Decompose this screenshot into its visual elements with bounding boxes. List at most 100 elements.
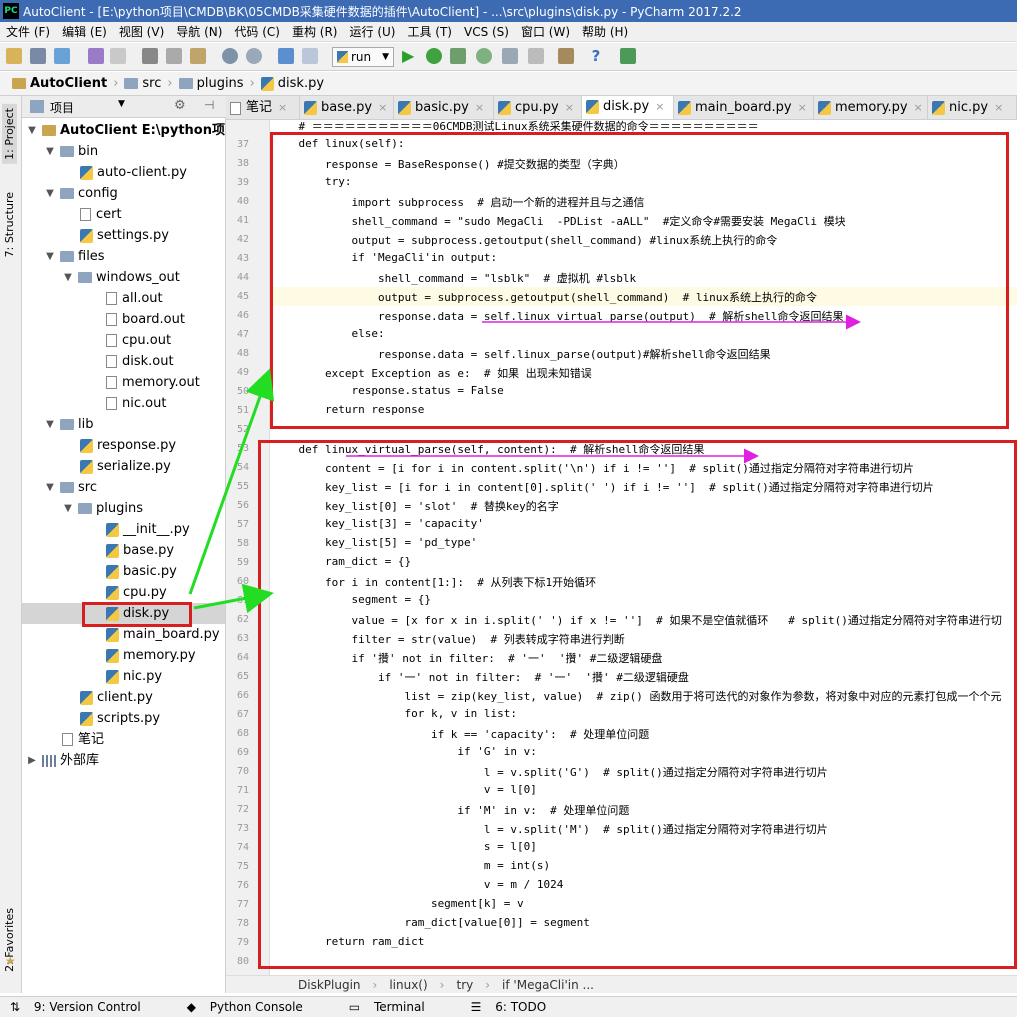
run-config-select[interactable]: run ▼ (332, 47, 394, 67)
tree-item-cpu-py[interactable]: cpu.py (106, 582, 167, 603)
code-crumb-if[interactable]: if 'MegaCli'in ... (502, 978, 594, 992)
tree-item-response-py[interactable]: response.py (80, 435, 176, 456)
tree-item-autoclient[interactable]: ▼ AutoClient E:\python项目\C (26, 120, 225, 141)
breadcrumb-disk-py[interactable]: disk.py (257, 76, 328, 91)
code-editor[interactable]: # ＝＝＝＝＝＝＝＝＝＝＝06CMDB测试Linux系统采集硬件数据的命令＝＝＝… (270, 120, 1017, 975)
back-icon[interactable] (278, 48, 294, 64)
project-view-label[interactable]: 项目 (50, 99, 74, 116)
tree-item-config[interactable]: ▼ config (44, 183, 118, 204)
tree-item-basic-py[interactable]: basic.py (106, 561, 177, 582)
profile-icon[interactable] (476, 48, 492, 64)
tree-item-src[interactable]: ▼ src (44, 477, 97, 498)
replace-icon[interactable] (246, 48, 262, 64)
breadcrumb-src[interactable]: src (120, 76, 165, 91)
tab-disk-py[interactable]: disk.py × (582, 96, 674, 119)
sync-icon[interactable] (54, 48, 70, 64)
status-version-control[interactable]: ⇅ 9: Version Control (10, 1000, 159, 1014)
close-icon[interactable]: × (565, 96, 574, 119)
close-icon[interactable]: × (914, 96, 923, 119)
tab-project[interactable]: 1: Project (2, 104, 17, 164)
save-icon[interactable] (30, 48, 46, 64)
status-terminal[interactable]: ▭ Terminal (349, 1000, 443, 1014)
tree-item-notes[interactable]: 笔记 (62, 729, 104, 750)
tree-item-cert[interactable]: cert (80, 204, 122, 225)
tab-structure[interactable]: 7: Structure (2, 188, 17, 261)
debug-icon[interactable] (426, 48, 442, 64)
find-icon[interactable] (222, 48, 238, 64)
tree-item-memory-out[interactable]: memory.out (106, 372, 200, 393)
close-icon[interactable]: × (798, 96, 807, 119)
collapse-icon[interactable]: ⊣ (204, 98, 214, 112)
tree-item-board-out[interactable]: board.out (106, 309, 185, 330)
settings-icon[interactable] (558, 48, 574, 64)
close-icon[interactable]: × (278, 96, 287, 119)
undo-icon[interactable] (88, 48, 104, 64)
redo-icon[interactable] (110, 48, 126, 64)
menu-vcs[interactable]: VCS (S) (464, 25, 509, 39)
tree-item-settings-py[interactable]: settings.py (80, 225, 169, 246)
status-todo[interactable]: ☰ 6: TODO (471, 1000, 565, 1014)
tree-item-scripts-py[interactable]: scripts.py (80, 708, 160, 729)
tab-cpu-py[interactable]: cpu.py × (494, 96, 582, 119)
cut-icon[interactable] (142, 48, 158, 64)
tab-basic-py[interactable]: basic.py × (394, 96, 494, 119)
tree-item-nic-out[interactable]: nic.out (106, 393, 166, 414)
tree-item-disk-out[interactable]: disk.out (106, 351, 174, 372)
menu-tools[interactable]: 工具 (T) (407, 23, 452, 40)
close-icon[interactable]: × (994, 96, 1003, 119)
menu-refactor[interactable]: 重构 (R) (292, 23, 338, 40)
menu-code[interactable]: 代码 (C) (234, 23, 280, 40)
menu-run[interactable]: 运行 (U) (350, 23, 396, 40)
help-icon[interactable]: ? (588, 48, 604, 64)
tree-item-bin[interactable]: ▼ bin (44, 141, 98, 162)
tree-item-init-py[interactable]: __init__.py (106, 519, 190, 540)
open-folder-icon[interactable] (6, 48, 22, 64)
close-icon[interactable]: × (655, 96, 664, 119)
forward-icon[interactable] (302, 48, 318, 64)
menu-navigate[interactable]: 导航 (N) (176, 23, 222, 40)
stop-icon[interactable] (528, 48, 544, 64)
tree-item-base-py[interactable]: base.py (106, 540, 174, 561)
tree-item-nic-py[interactable]: nic.py (106, 666, 162, 687)
coverage-icon[interactable] (450, 48, 466, 64)
tree-item-windows-out[interactable]: ▼ windows_out (62, 267, 180, 288)
tree-item-disk-py[interactable]: disk.py (106, 603, 169, 624)
tab-notes[interactable]: 笔记 × (226, 96, 300, 119)
tree-item-auto-client-py[interactable]: auto-client.py (80, 162, 187, 183)
status-python-console[interactable]: ◆ Python Console (187, 1000, 321, 1014)
chevron-down-icon[interactable]: ▼ (118, 99, 125, 109)
tree-item-memory-py[interactable]: memory.py (106, 645, 196, 666)
concurrency-icon[interactable] (502, 48, 518, 64)
run-icon[interactable]: ▶ (402, 48, 418, 64)
tree-item-client-py[interactable]: client.py (80, 687, 153, 708)
tab-memory-py[interactable]: memory.py × (814, 96, 928, 119)
menu-view[interactable]: 视图 (V) (119, 23, 164, 40)
code-crumb-class[interactable]: DiskPlugin (298, 978, 361, 992)
menu-help[interactable]: 帮助 (H) (582, 23, 628, 40)
tree-item-plugins[interactable]: ▼ plugins (62, 498, 143, 519)
paste-icon[interactable] (190, 48, 206, 64)
tree-label: main_board.py (123, 627, 220, 642)
tree-item-files[interactable]: ▼ files (44, 246, 104, 267)
menu-window[interactable]: 窗口 (W) (521, 23, 570, 40)
tree-item-lib[interactable]: ▼ lib (44, 414, 93, 435)
copy-icon[interactable] (166, 48, 182, 64)
menu-edit[interactable]: 编辑 (E) (62, 23, 107, 40)
code-crumb-method[interactable]: linux() (389, 978, 427, 992)
code-crumb-try[interactable]: try (456, 978, 473, 992)
tree-item-serialize-py[interactable]: serialize.py (80, 456, 171, 477)
tree-item-external-libraries[interactable]: ▶ 外部库 (26, 750, 99, 771)
breadcrumb-plugins[interactable]: plugins (175, 76, 248, 91)
vcs-update-icon[interactable] (620, 48, 636, 64)
tree-item-cpu-out[interactable]: cpu.out (106, 330, 171, 351)
gear-icon[interactable]: ⚙ (174, 98, 186, 113)
tab-main-board-py[interactable]: main_board.py × (674, 96, 814, 119)
breadcrumb-autoclient[interactable]: AutoClient (8, 76, 111, 91)
tree-item-main-board-py[interactable]: main_board.py (106, 624, 220, 645)
menu-file[interactable]: 文件 (F) (6, 23, 50, 40)
tab-base-py[interactable]: base.py × (300, 96, 394, 119)
close-icon[interactable]: × (378, 96, 387, 119)
tree-item-all-out[interactable]: all.out (106, 288, 163, 309)
tab-nic-py[interactable]: nic.py × (928, 96, 1017, 119)
close-icon[interactable]: × (475, 96, 484, 119)
